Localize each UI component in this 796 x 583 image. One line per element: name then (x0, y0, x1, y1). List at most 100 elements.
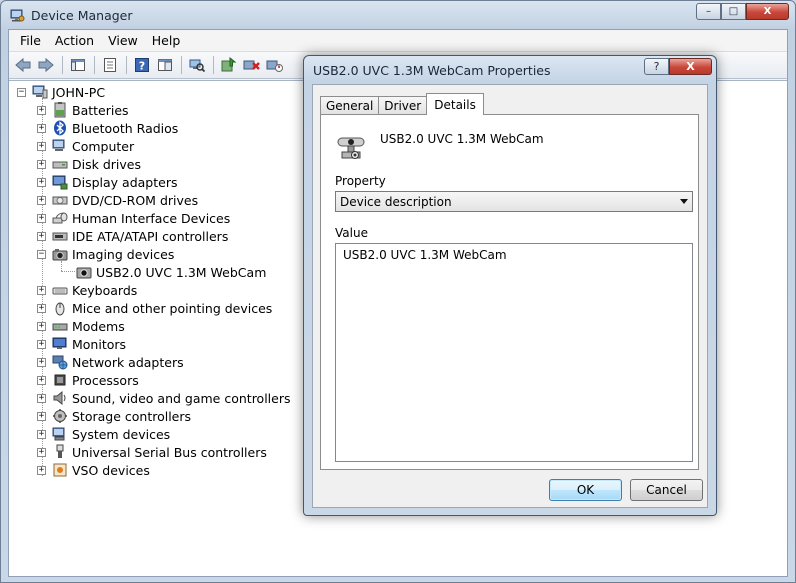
expand-toggle[interactable]: + (37, 375, 46, 385)
tree-device-label: USB2.0 UVC 1.3M WebCam (96, 264, 267, 280)
disable-icon[interactable] (264, 54, 286, 76)
webcam-icon (76, 264, 92, 280)
collapse-toggle[interactable]: − (17, 87, 26, 97)
camera-icon (52, 246, 68, 262)
expand-toggle[interactable]: + (37, 357, 46, 367)
properties-icon[interactable] (99, 54, 121, 76)
expand-toggle[interactable]: + (37, 465, 46, 475)
tree-category[interactable]: + Bluetooth Radios (37, 119, 178, 137)
expand-toggle[interactable]: + (37, 105, 46, 115)
tree-category[interactable]: + Monitors (37, 335, 126, 353)
speaker-icon (52, 390, 68, 406)
svg-text:?: ? (139, 60, 145, 73)
device-name: USB2.0 UVC 1.3M WebCam (380, 132, 544, 146)
tree-category[interactable]: + Disk drives (37, 155, 141, 173)
tree-category[interactable]: + Batteries (37, 101, 129, 119)
expand-toggle[interactable]: + (37, 195, 46, 205)
cancel-button[interactable]: Cancel (630, 479, 703, 501)
tree-category-label: Imaging devices (72, 246, 175, 262)
maximize-button[interactable]: □ (721, 3, 746, 20)
tree-category[interactable]: + Modems (37, 317, 125, 335)
tree-category[interactable]: + Keyboards (37, 281, 137, 299)
tree-category[interactable]: − Imaging devices (37, 245, 174, 263)
tab-details[interactable]: Details (426, 93, 484, 115)
modem-icon (52, 318, 68, 334)
tree-category[interactable]: + Human Interface Devices (37, 209, 230, 227)
tree-category-label: Monitors (72, 336, 127, 352)
device-manager-icon (9, 7, 25, 23)
help-icon[interactable]: ? (131, 54, 153, 76)
minimize-button[interactable]: – (696, 3, 721, 20)
help-button[interactable]: ? (644, 58, 669, 75)
toolbar-separator (94, 56, 95, 74)
tree-device-webcam[interactable]: USB2.0 UVC 1.3M WebCam (76, 263, 266, 281)
webcam-properties-dialog: USB2.0 UVC 1.3M WebCam Properties ? X Ge… (303, 55, 717, 516)
menu-file[interactable]: File (13, 31, 48, 50)
property-dropdown[interactable]: Device description (335, 191, 693, 212)
tab-general[interactable]: General (320, 96, 380, 115)
console-tree-icon[interactable] (67, 54, 89, 76)
tree-category[interactable]: + Computer (37, 137, 134, 155)
tree-category[interactable]: + DVD/CD-ROM drives (37, 191, 198, 209)
tree-category-label: Modems (72, 318, 125, 334)
network-adapter-icon (52, 354, 68, 370)
device-header: USB2.0 UVC 1.3M WebCam (335, 130, 544, 162)
tree-category-label: Bluetooth Radios (72, 120, 179, 136)
title-bar[interactable]: Device Manager – □ X (1, 1, 795, 29)
expand-toggle[interactable]: + (37, 231, 46, 241)
dialog-title: USB2.0 UVC 1.3M WebCam Properties (313, 63, 551, 78)
keyboard-icon (52, 282, 68, 298)
expand-toggle[interactable]: + (37, 393, 46, 403)
ok-button[interactable]: OK (549, 479, 622, 501)
expand-toggle[interactable]: + (37, 447, 46, 457)
menu-view[interactable]: View (101, 31, 145, 50)
expand-toggle[interactable]: + (37, 303, 46, 313)
expand-toggle[interactable]: + (37, 123, 46, 133)
tree-category[interactable]: + Mice and other pointing devices (37, 299, 272, 317)
tree-category-label: DVD/CD-ROM drives (72, 192, 199, 208)
collapse-toggle[interactable]: − (37, 249, 46, 259)
tree-root[interactable]: − JOHN-PC (17, 83, 105, 101)
tree-category[interactable]: + IDE ATA/ATAPI controllers (37, 227, 228, 245)
expand-toggle[interactable]: + (37, 429, 46, 439)
tree-category[interactable]: + Processors (37, 371, 139, 389)
tree-category-label: Display adapters (72, 174, 178, 190)
back-icon[interactable] (12, 54, 34, 76)
toolbar-separator (213, 56, 214, 74)
tree-category[interactable]: + Universal Serial Bus controllers (37, 443, 267, 461)
tree-category-label: Batteries (72, 102, 129, 118)
close-button[interactable]: X (746, 3, 789, 20)
tree-category-label: Processors (72, 372, 139, 388)
tree-category[interactable]: + VSO devices (37, 461, 150, 479)
menu-help[interactable]: Help (145, 31, 188, 50)
tree-category[interactable]: + Network adapters (37, 353, 184, 371)
computer-icon (52, 138, 68, 154)
tab-driver[interactable]: Driver (378, 96, 428, 115)
tree-category-label: Keyboards (72, 282, 138, 298)
expand-toggle[interactable]: + (37, 339, 46, 349)
scan-hardware-icon[interactable] (186, 54, 208, 76)
show-hide-icon[interactable] (154, 54, 176, 76)
value-item[interactable]: USB2.0 UVC 1.3M WebCam (343, 248, 507, 262)
value-list[interactable]: USB2.0 UVC 1.3M WebCam (335, 243, 693, 462)
forward-icon[interactable] (35, 54, 57, 76)
expand-toggle[interactable]: + (37, 213, 46, 223)
tree-category[interactable]: + System devices (37, 425, 170, 443)
uninstall-icon[interactable] (241, 54, 263, 76)
expand-toggle[interactable]: + (37, 321, 46, 331)
tree-category[interactable]: + Display adapters (37, 173, 177, 191)
menu-action[interactable]: Action (48, 31, 101, 50)
tree-category[interactable]: + Sound, video and game controllers (37, 389, 291, 407)
expand-toggle[interactable]: + (37, 411, 46, 421)
expand-toggle[interactable]: + (37, 141, 46, 151)
expand-toggle[interactable]: + (37, 159, 46, 169)
system-device-icon (52, 426, 68, 442)
tree-category[interactable]: + Storage controllers (37, 407, 191, 425)
storage-controller-icon (52, 408, 68, 424)
mouse-icon (52, 300, 68, 316)
tree-category-label: Computer (72, 138, 135, 154)
expand-toggle[interactable]: + (37, 177, 46, 187)
expand-toggle[interactable]: + (37, 285, 46, 295)
dialog-close-button[interactable]: X (669, 58, 712, 75)
update-driver-icon[interactable] (218, 54, 240, 76)
